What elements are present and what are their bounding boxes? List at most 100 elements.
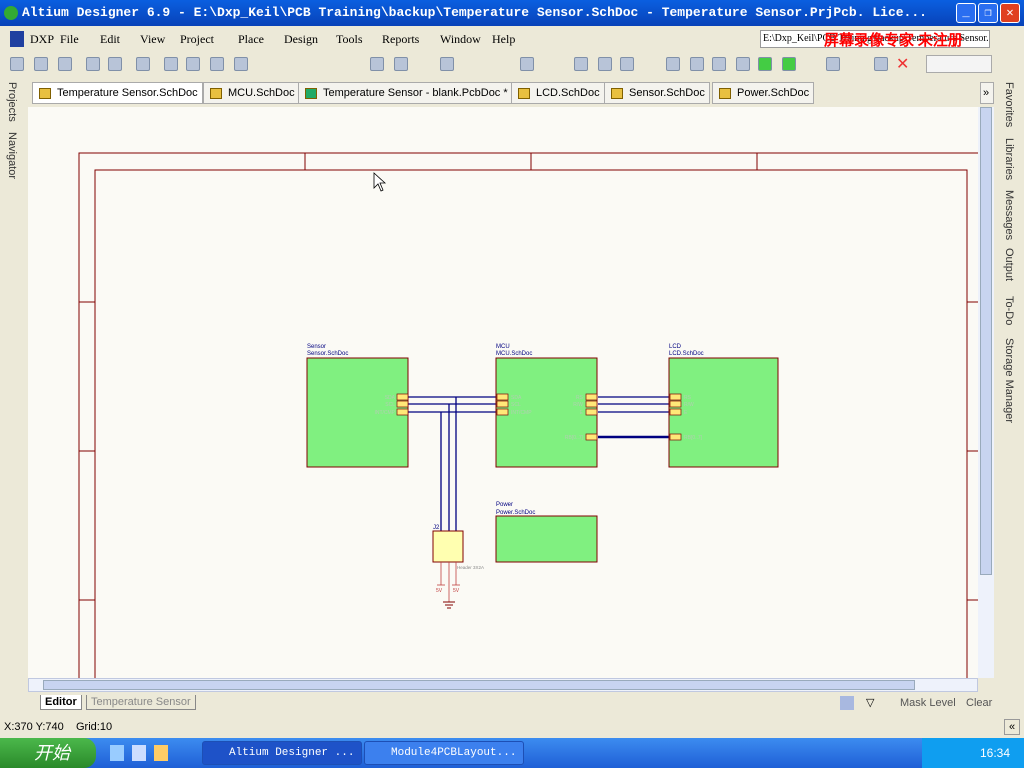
clear-selection-icon[interactable] — [440, 57, 454, 71]
clear-button[interactable]: Clear — [966, 697, 992, 709]
taskbar: 开始 Altium Designer ... Module4PCBLayout.… — [0, 738, 1024, 768]
menu-reports[interactable]: Reports — [382, 32, 419, 47]
save-icon[interactable] — [58, 57, 72, 71]
select-icon[interactable] — [370, 57, 384, 71]
filter-combo[interactable] — [926, 55, 992, 73]
vscroll-thumb[interactable] — [980, 107, 992, 575]
schematic-canvas[interactable]: Sensor Sensor.SchDoc MCU MCU.SchDoc LCD … — [28, 107, 978, 678]
tabs-more-button[interactable]: » — [980, 82, 994, 104]
panel-storage-manager[interactable]: Storage Manager — [1003, 338, 1015, 423]
panel-navigator[interactable]: Navigator — [6, 132, 18, 179]
panel-favorites[interactable]: Favorites — [1003, 82, 1015, 127]
cross-probe-icon[interactable] — [520, 57, 534, 71]
panel-output[interactable]: Output — [1003, 248, 1015, 281]
tab-mcu-schdoc[interactable]: MCU.SchDoc — [203, 82, 300, 104]
panel-projects[interactable]: Projects — [6, 82, 18, 122]
tab-sensor-schdoc[interactable]: Sensor.SchDoc — [604, 82, 710, 104]
pcbdoc-icon — [305, 88, 317, 99]
schdoc-icon — [39, 88, 51, 99]
bus-icon[interactable] — [598, 57, 612, 71]
restore-button[interactable]: ❐ — [978, 3, 998, 23]
clock: 16:34 — [979, 746, 1010, 760]
entry-label: RS — [684, 395, 692, 401]
collapse-panel-button[interactable]: « — [1004, 719, 1020, 735]
status-bar: X:370 Y:740 Grid:10 « — [0, 717, 1024, 737]
menu-help[interactable]: Help — [492, 32, 515, 47]
gnd-icon[interactable] — [690, 57, 704, 71]
filter-icon[interactable]: ▽ — [866, 696, 874, 709]
new-icon[interactable] — [10, 57, 24, 71]
menu-tools[interactable]: Tools — [336, 32, 363, 47]
layers-icon[interactable] — [136, 57, 150, 71]
panel-todo[interactable]: To-Do — [1003, 296, 1015, 325]
bus-entry-icon[interactable] — [620, 57, 634, 71]
menu-place[interactable]: Place — [238, 32, 264, 47]
vertical-scrollbar[interactable] — [978, 107, 994, 678]
directive-icon[interactable] — [874, 57, 888, 71]
menu-design[interactable]: Design — [284, 32, 318, 47]
task-altium-designer[interactable]: Altium Designer ... — [202, 741, 362, 765]
sheet-entry-icon[interactable] — [782, 57, 796, 71]
mask-brush-icon[interactable] — [840, 696, 854, 710]
start-button[interactable]: 开始 — [0, 738, 96, 768]
entry-label: R/W — [573, 402, 583, 408]
connector-designator: J2 — [433, 525, 440, 531]
zoom-area-icon[interactable] — [186, 57, 200, 71]
mask-level-button[interactable]: Mask Level — [900, 697, 956, 709]
tab-temperature-sensor-schdoc[interactable]: Temperature Sensor.SchDoc — [32, 82, 203, 104]
panel-libraries[interactable]: Libraries — [1003, 138, 1015, 180]
sheet-file-mcu: MCU.SchDoc — [496, 351, 532, 357]
grid-size: Grid:10 — [76, 721, 113, 733]
tab-temperature-sensor[interactable]: Temperature Sensor — [86, 695, 196, 710]
menu-project[interactable]: Project — [180, 32, 214, 47]
print-preview-icon[interactable] — [108, 57, 122, 71]
entry-label: SCL — [511, 402, 521, 408]
filter-icon[interactable] — [234, 57, 248, 71]
sheet-file-lcd: LCD.SchDoc — [669, 351, 704, 357]
quicklaunch-icon[interactable] — [154, 745, 168, 761]
sheet-file-power: Power.SchDoc — [496, 510, 535, 516]
menu-bar: DXP File Edit View Project Place Design … — [0, 28, 1024, 50]
menu-dxp[interactable]: DXP — [30, 32, 54, 47]
mouse-cursor — [373, 172, 387, 192]
ie-icon[interactable] — [132, 745, 146, 761]
menu-window[interactable]: Window — [440, 32, 481, 47]
zoom-fit-icon[interactable] — [164, 57, 178, 71]
port-icon[interactable] — [826, 57, 840, 71]
schematic: Sensor Sensor.SchDoc MCU MCU.SchDoc LCD … — [78, 152, 978, 678]
toolbar: ✕ — [0, 52, 1024, 76]
menu-edit[interactable]: Edit — [100, 32, 120, 47]
sheet-symbol-icon[interactable] — [758, 57, 772, 71]
menu-view[interactable]: View — [140, 32, 165, 47]
sheet-name-lcd: LCD — [669, 344, 682, 350]
task-module4pcblayout[interactable]: Module4PCBLayout... — [364, 741, 524, 765]
close-button[interactable]: ✕ — [1000, 3, 1020, 23]
quicklaunch-icon[interactable] — [110, 745, 124, 761]
minimize-button[interactable]: _ — [956, 3, 976, 23]
entry-label: INT/CMP — [511, 410, 532, 416]
entry-label: INT/CMP — [374, 410, 395, 416]
open-icon[interactable] — [34, 57, 48, 71]
move-icon[interactable] — [394, 57, 408, 71]
bottom-tabs: Editor Temperature Sensor ▽ Mask Level C… — [0, 693, 1024, 715]
menu-file[interactable]: File — [60, 32, 79, 47]
net-label-icon[interactable] — [666, 57, 680, 71]
zoom-select-icon[interactable] — [210, 57, 224, 71]
horizontal-scrollbar[interactable] — [28, 678, 978, 692]
schdoc-icon — [611, 88, 623, 99]
part-icon[interactable] — [736, 57, 750, 71]
print-icon[interactable] — [86, 57, 100, 71]
tab-lcd-schdoc[interactable]: LCD.SchDoc — [511, 82, 605, 104]
hscroll-thumb[interactable] — [43, 680, 915, 690]
tab-editor[interactable]: Editor — [40, 695, 82, 710]
tab-pcbdoc[interactable]: Temperature Sensor - blank.PcbDoc * — [298, 82, 513, 104]
vcc-icon[interactable] — [712, 57, 726, 71]
panel-messages[interactable]: Messages — [1003, 190, 1015, 240]
window-title: Altium Designer 6.9 - E:\Dxp_Keil\PCB Tr… — [22, 5, 927, 20]
schdoc-icon — [518, 88, 530, 99]
no-erc-icon[interactable]: ✕ — [896, 54, 909, 74]
entry-label: SDA — [511, 395, 522, 401]
entry-label: RB[0..7] — [565, 435, 584, 441]
wire-icon[interactable] — [574, 57, 588, 71]
tab-power-schdoc[interactable]: Power.SchDoc — [712, 82, 815, 104]
